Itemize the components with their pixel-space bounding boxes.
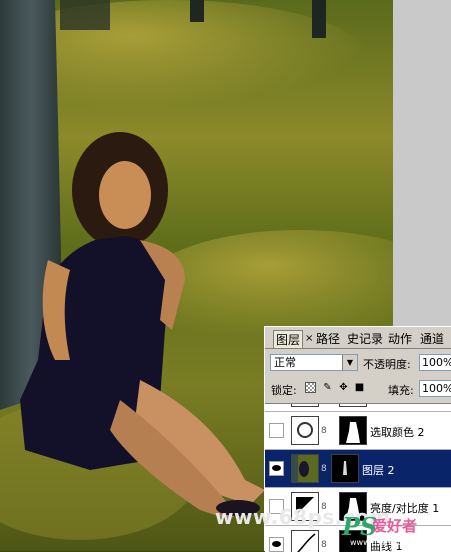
chevron-down-icon: ▼ <box>342 355 357 370</box>
adjustment-thumbnail <box>291 416 319 445</box>
move-icon[interactable]: ✥ <box>338 382 349 393</box>
layer-mask <box>339 416 367 445</box>
opacity-input[interactable]: 100% <box>419 354 451 371</box>
tab-paths[interactable]: 路径 <box>314 330 342 348</box>
tab-layers[interactable]: 图层 <box>273 330 304 348</box>
chain-link-icon[interactable]: 8 <box>321 426 327 436</box>
curves-thumbnail <box>291 530 319 552</box>
fill-input[interactable]: 100% <box>419 380 451 397</box>
eye-icon[interactable] <box>269 537 284 552</box>
tab-history[interactable]: 史记录 <box>345 330 385 348</box>
chain-link-icon[interactable]: 8 <box>321 540 327 550</box>
blend-row: 正常 ▼ 不透明度: 100% <box>265 351 451 375</box>
layer-mask <box>331 454 359 483</box>
tab-channels[interactable]: 通道 <box>418 330 446 348</box>
layer-row-partial[interactable] <box>265 404 451 412</box>
lock-icon[interactable]: ■ <box>354 382 365 393</box>
eye-icon[interactable] <box>269 461 284 476</box>
watermark-logo-cn: 爱好者 <box>372 517 418 535</box>
fill-label: 填充: <box>388 384 414 397</box>
close-icon[interactable]: × <box>305 330 313 348</box>
lock-label: 锁定: <box>271 384 297 397</box>
watermark-logo-sub: www.psahz.com <box>350 538 415 547</box>
panel-tabs: 图层 × 路径 史记录 动作 通道 <box>265 327 451 349</box>
layer-mask <box>339 404 367 407</box>
opacity-label: 不透明度: <box>363 358 411 371</box>
visibility-toggle[interactable] <box>269 423 284 438</box>
canvas-gray-area <box>393 0 451 326</box>
layer-thumbnail <box>291 404 319 407</box>
blend-mode-value: 正常 <box>274 356 296 369</box>
tab-actions[interactable]: 动作 <box>386 330 414 348</box>
layer-row-selective-color-2[interactable]: 8 选取颜色 2 <box>265 412 451 450</box>
brush-icon[interactable]: ✎ <box>322 382 333 393</box>
layer-name: 选取颜色 2 <box>370 426 425 439</box>
layer-thumbnail <box>291 454 319 483</box>
layer-row-layer-2[interactable]: 8 图层 2 <box>265 450 451 488</box>
blend-mode-select[interactable]: 正常 ▼ <box>270 354 358 371</box>
lock-row: 锁定: ✎ ✥ ■ 填充: 100% <box>265 377 451 401</box>
layer-name: 图层 2 <box>362 464 395 477</box>
chain-link-icon[interactable]: 8 <box>321 464 327 474</box>
lock-transparency-icon[interactable] <box>305 382 316 393</box>
